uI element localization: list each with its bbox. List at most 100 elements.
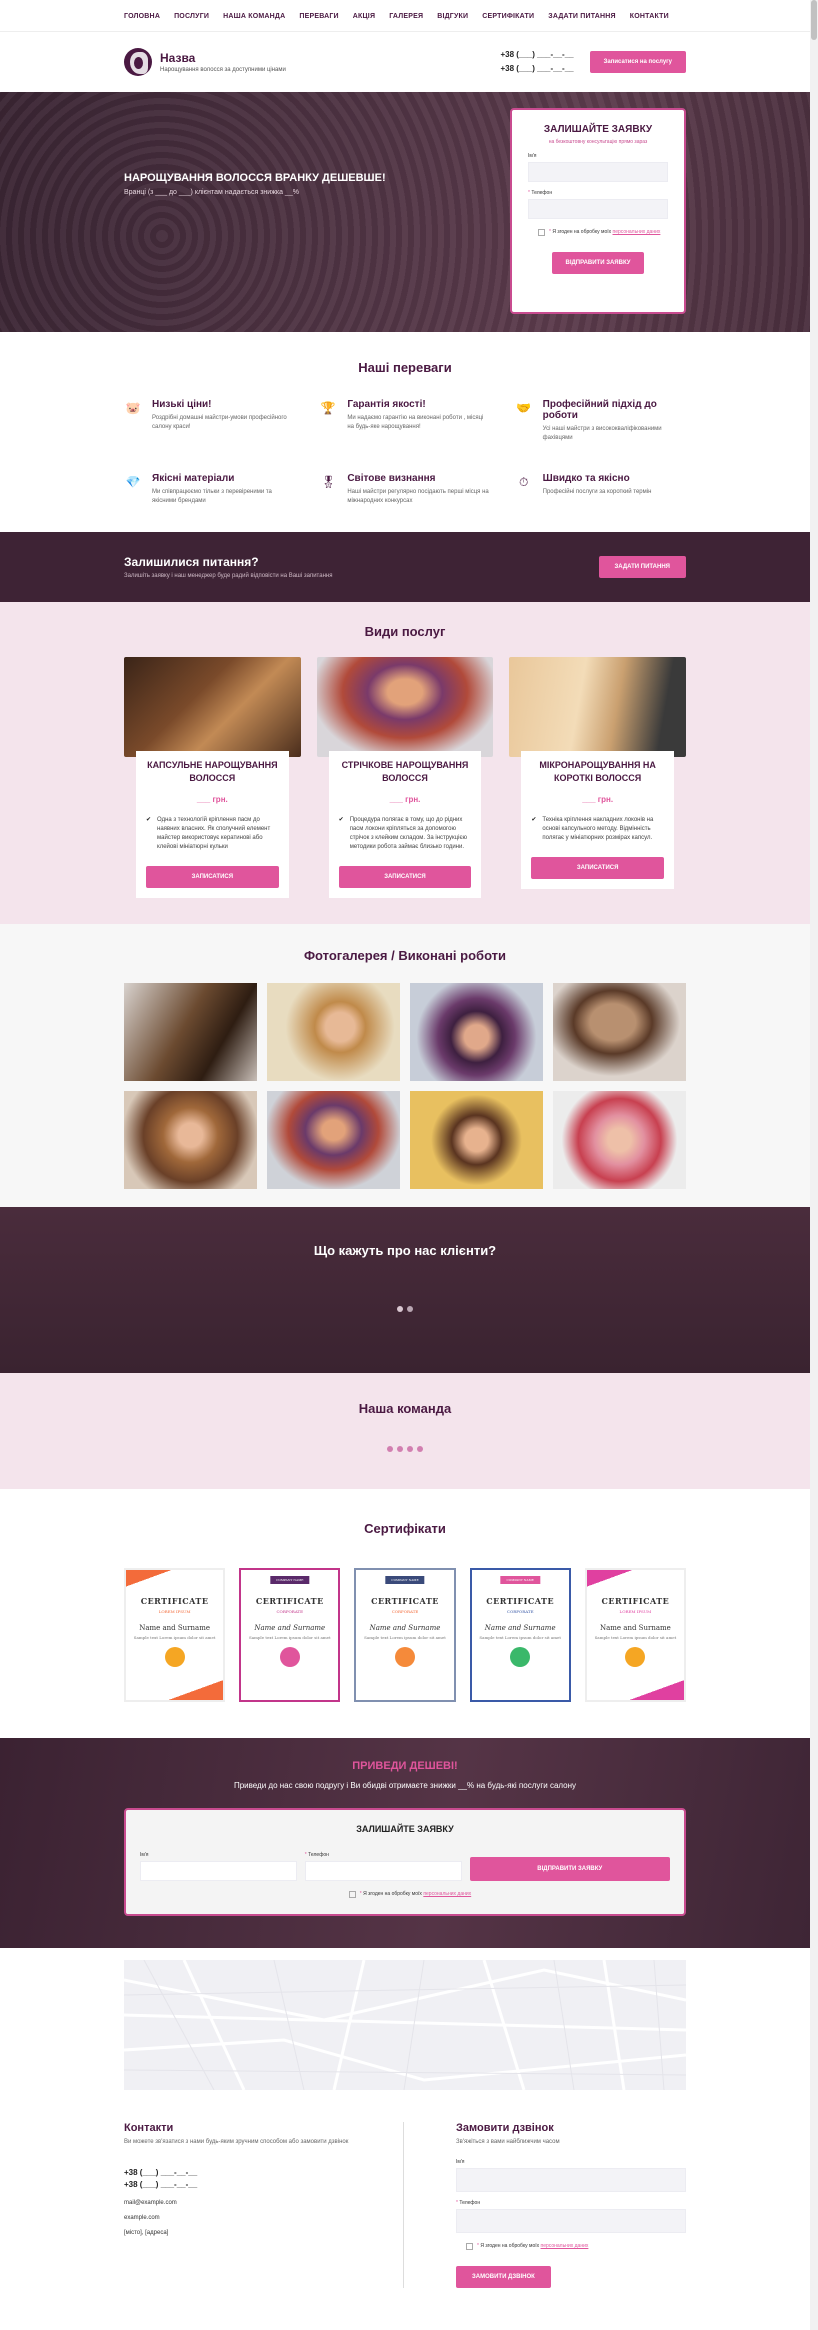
nav-gallery[interactable]: ГАЛЕРЕЯ — [389, 13, 423, 20]
contact-phone-2[interactable]: +38 (___) ___-__-__ — [124, 2179, 383, 2191]
promo-subtitle: Приведи до нас свою подругу і Ви обидві … — [233, 1781, 577, 1790]
hero-title: НАРОЩУВАННЯ ВОЛОССЯ ВРАНКУ ДЕШЕВШЕ! — [124, 172, 386, 184]
service-card: СТРІЧКОВЕ НАРОЩУВАННЯ ВОЛОССЯ ___ грн. П… — [316, 657, 494, 898]
service-price: ___ грн. — [196, 795, 228, 804]
name-field[interactable] — [528, 162, 668, 182]
advantage-item: 🎖 Світове визнання Наші майстри регулярно… — [319, 473, 490, 506]
nav-promo[interactable]: АКЦІЯ — [353, 13, 375, 20]
submit-button[interactable]: ВІДПРАВИТИ ЗАЯВКУ — [469, 1857, 671, 1881]
top-nav: ГОЛОВНА ПОСЛУГИ НАША КОМАНДА ПЕРЕВАГИ АК… — [0, 0, 810, 32]
advantage-title: Швидко та якісно — [542, 473, 630, 484]
sign-up-button[interactable]: ЗАПИСАТИСЯ — [531, 857, 664, 879]
hero-subtitle: Вранці (з ___ до ___) клієнтам надається… — [124, 189, 299, 196]
consent-link[interactable]: персональних даних — [423, 1891, 471, 1897]
hero-lead-form: ЗАЛИШАЙТЕ ЗАЯВКУ на безкоштовну консульт… — [510, 108, 686, 314]
phone-field[interactable] — [304, 1861, 462, 1881]
nav-ask-question[interactable]: ЗАДАТИ ПИТАННЯ — [548, 13, 616, 20]
gallery-title: Фотогалерея / Виконані роботи — [303, 948, 507, 963]
piggy-bank-icon: 🐷 — [125, 401, 141, 415]
map-section — [0, 1948, 810, 2102]
advantage-title: Професійний підхід до роботи — [542, 399, 657, 421]
services-title: Види послуг — [364, 624, 446, 639]
advantage-desc: Ми співпрацюємо тільки з перевіреними та… — [152, 489, 272, 504]
seal-icon — [394, 1647, 415, 1667]
submit-button[interactable]: ВІДПРАВИТИ ЗАЯВКУ — [551, 252, 645, 274]
form-title: ЗАЛИШАЙТЕ ЗАЯВКУ — [543, 124, 653, 135]
certificate[interactable]: COMPANY NAME CERTIFICATE CORPORATE Name … — [354, 1568, 456, 1702]
scrollbar[interactable] — [810, 0, 818, 2330]
contact-site[interactable]: example.com — [124, 2215, 383, 2221]
service-desc: Одна з технологій кріплення пасм до наяв… — [146, 816, 279, 852]
certificate-title: CERTIFICATE — [371, 1596, 439, 1606]
phone-field[interactable] — [456, 2209, 686, 2233]
certificate-tag: COMPANY NAME — [385, 1576, 425, 1584]
nav-home[interactable]: ГОЛОВНА — [124, 13, 160, 20]
form-subtitle: на безкоштовну консультацію прямо зараз — [548, 139, 648, 145]
consent-link[interactable]: персональних даних — [613, 229, 661, 235]
certificate[interactable]: COMPANY NAME CERTIFICATE CORPORATE Name … — [469, 1568, 571, 1702]
service-image — [316, 657, 494, 757]
order-call-button[interactable]: ЗАМОВИТИ ДЗВІНОК — [456, 2266, 551, 2288]
map-streets — [124, 1960, 686, 2090]
slider-dot[interactable] — [407, 1306, 413, 1312]
gallery-photo[interactable] — [267, 983, 400, 1081]
slider-dot[interactable] — [417, 1446, 423, 1452]
name-field[interactable] — [140, 1861, 297, 1881]
phone-label: * Телефон — [528, 190, 553, 196]
advantage-desc: Усі наші майстри з висококваліфікованими… — [542, 426, 662, 441]
advantage-desc: Професійні послуги за короткий термін — [542, 489, 652, 495]
certificate-name: Name and Surname — [599, 1624, 671, 1632]
header-phone-2[interactable]: +38 (___) ___-__-__ — [500, 62, 573, 76]
clock-icon: ⏱ — [518, 475, 529, 489]
slider-dot[interactable] — [407, 1446, 413, 1452]
logo-icon[interactable] — [124, 48, 152, 76]
name-field[interactable] — [456, 2168, 686, 2192]
certificate[interactable]: CERTIFICATE LOREM IPSUM Name and Surname… — [584, 1568, 686, 1702]
certificate-name: Name and Surname — [484, 1624, 556, 1632]
name-label: Ім'я — [528, 153, 537, 159]
contact-email[interactable]: mail@example.com — [124, 2200, 383, 2206]
sign-up-button[interactable]: ЗАПИСАТИСЯ — [146, 866, 279, 888]
certificate[interactable]: CERTIFICATE LOREM IPSUM Name and Surname… — [124, 1568, 226, 1702]
nav-services[interactable]: ПОСЛУГИ — [174, 13, 209, 20]
header-phone-1[interactable]: +38 (___) ___-__-__ — [500, 48, 573, 62]
reviews-section: Що кажуть про нас клієнти? — [0, 1207, 810, 1373]
gallery-photo[interactable] — [124, 983, 257, 1081]
sign-up-button[interactable]: ЗАПИСАТИСЯ — [338, 866, 472, 888]
certificate-title: CERTIFICATE — [601, 1596, 670, 1606]
service-image — [124, 657, 301, 757]
slider-dot[interactable] — [397, 1306, 403, 1312]
gallery-photo[interactable] — [124, 1091, 257, 1189]
nav-certificates[interactable]: СЕРТИФІКАТИ — [482, 13, 534, 20]
ask-question-button[interactable]: ЗАДАТИ ПИТАННЯ — [598, 556, 686, 578]
gallery-photo[interactable] — [410, 1091, 543, 1189]
phone-field[interactable] — [528, 199, 668, 219]
nav-contacts[interactable]: КОНТАКТИ — [630, 13, 669, 20]
gallery-photo[interactable] — [553, 1091, 686, 1189]
gallery-photo[interactable] — [267, 1091, 400, 1189]
map[interactable] — [124, 1960, 686, 2090]
certificate[interactable]: COMPANY NAME CERTIFICATE CORPORATE Name … — [239, 1568, 341, 1702]
contact-phone-1[interactable]: +38 (___) ___-__-__ — [124, 2167, 383, 2179]
nav-reviews[interactable]: ВІДГУКИ — [437, 13, 468, 20]
nav-team[interactable]: НАША КОМАНДА — [223, 13, 285, 20]
consent-checkbox[interactable] — [538, 229, 545, 236]
scrollbar-thumb[interactable] — [811, 0, 817, 40]
service-name: МІКРОНАРОЩУВАННЯ НА КОРОТКІ ВОЛОССЯ — [539, 760, 656, 783]
consent-checkbox[interactable] — [348, 1891, 356, 1898]
consent-link[interactable]: персональних даних — [541, 2243, 589, 2249]
certificate-title: CERTIFICATE — [140, 1596, 209, 1606]
nav-advantages[interactable]: ПЕРЕВАГИ — [299, 13, 338, 20]
gallery-photo[interactable] — [553, 983, 686, 1081]
book-service-button[interactable]: Записатися на послугу — [589, 51, 686, 73]
advantage-desc: Ми надаємо гарантію на виконані роботи ,… — [347, 415, 484, 430]
services-section: Види послуг КАПСУЛЬНЕ НАРОЩУВАННЯ ВОЛОСС… — [0, 602, 810, 924]
header: Назва Нарощування волосся за доступними … — [0, 32, 810, 92]
certificate-sub: LOREM IPSUM — [619, 1609, 652, 1614]
gallery-photo[interactable] — [410, 983, 543, 1081]
slider-dot[interactable] — [387, 1446, 393, 1452]
contact-address: [місто], [адреса] — [124, 2230, 169, 2236]
consent-row: * Я згоден на обробку моїх персональних … — [528, 229, 668, 236]
consent-checkbox[interactable] — [466, 2243, 473, 2250]
slider-dot[interactable] — [397, 1446, 403, 1452]
